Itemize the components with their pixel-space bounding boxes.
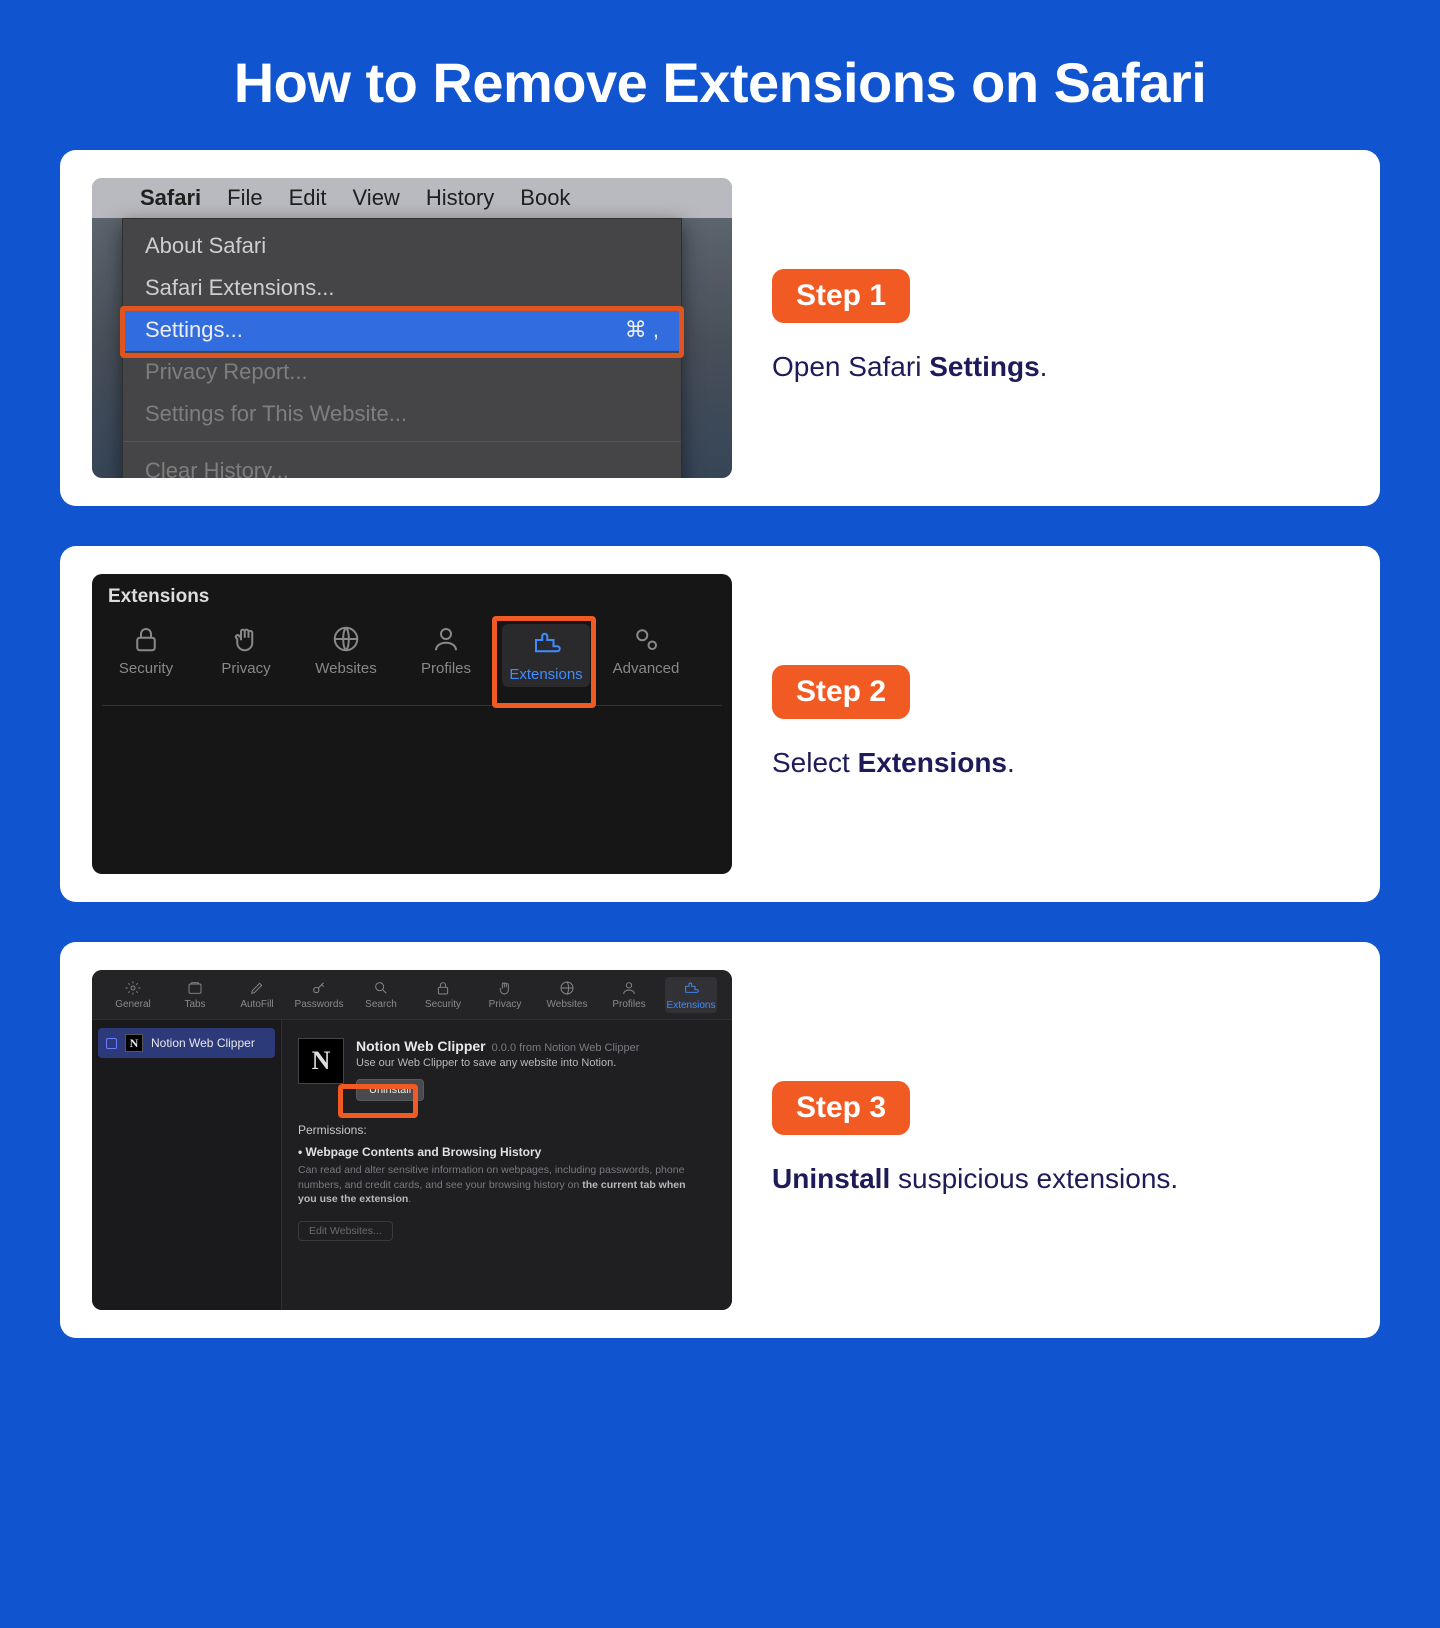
shortcut-label: ⌘ , <box>625 317 659 343</box>
menu-item-safari-extensions[interactable]: Safari Extensions... <box>123 267 681 309</box>
notion-logo-icon: N <box>125 1034 143 1052</box>
step-description-3: Uninstall suspicious extensions. <box>772 1159 1348 1200</box>
extension-version: 0.0.0 from Notion Web Clipper <box>492 1042 640 1054</box>
menubar-item-history[interactable]: History <box>426 185 494 211</box>
menubar-item-edit[interactable]: Edit <box>289 185 327 211</box>
menu-item-settings[interactable]: Settings... ⌘ , <box>123 309 681 351</box>
tab-extensions[interactable]: Extensions <box>502 624 590 687</box>
gear-icon <box>124 979 142 997</box>
settings-top-tabs: General Tabs AutoFill Passwords Search S… <box>92 970 732 1020</box>
screenshot-step-3: General Tabs AutoFill Passwords Search S… <box>92 970 732 1310</box>
tab-profiles[interactable]: Profiles <box>402 624 490 687</box>
checkbox[interactable] <box>106 1038 117 1049</box>
menu-item-privacy-report[interactable]: Privacy Report... <box>123 351 681 393</box>
step-badge-3: Step 3 <box>772 1081 910 1135</box>
puzzle-icon <box>682 980 700 998</box>
tab-passwords[interactable]: Passwords <box>293 979 345 1010</box>
search-icon <box>372 979 390 997</box>
tab-websites[interactable]: Websites <box>302 624 390 687</box>
menu-item-settings-this-website[interactable]: Settings for This Website... <box>123 393 681 435</box>
permission-item: Webpage Contents and Browsing History <box>298 1145 716 1159</box>
tab-security[interactable]: Security <box>102 624 190 687</box>
lock-icon <box>434 979 452 997</box>
hand-icon <box>231 624 261 654</box>
menubar-item-safari[interactable]: Safari <box>140 185 201 211</box>
key-icon <box>310 979 328 997</box>
window-title: Extensions <box>108 586 209 608</box>
tab-extensions[interactable]: Extensions <box>665 977 717 1013</box>
step-badge-1: Step 1 <box>772 269 910 323</box>
step-card-1: Safari File Edit View History Book About… <box>60 150 1380 506</box>
extension-title: Notion Web Clipper <box>356 1038 486 1054</box>
lock-icon <box>131 624 161 654</box>
globe-icon <box>331 624 361 654</box>
person-icon <box>431 624 461 654</box>
permission-detail: Can read and alter sensitive information… <box>298 1163 698 1207</box>
mac-menubar: Safari File Edit View History Book <box>92 178 732 218</box>
page-title: How to Remove Extensions on Safari <box>60 50 1380 115</box>
menu-item-about-safari[interactable]: About Safari <box>123 225 681 267</box>
tabs-icon <box>186 979 204 997</box>
screenshot-step-1: Safari File Edit View History Book About… <box>92 178 732 478</box>
menu-item-clear-history[interactable]: Clear History... <box>123 441 681 478</box>
screenshot-step-2: Extensions Security Privacy Websites Pro… <box>92 574 732 874</box>
notion-logo-icon: N <box>298 1038 344 1084</box>
menubar-item-file[interactable]: File <box>227 185 262 211</box>
tab-security[interactable]: Security <box>417 979 469 1010</box>
uninstall-button[interactable]: Uninstall <box>356 1079 424 1101</box>
step-card-2: Extensions Security Privacy Websites Pro… <box>60 546 1380 902</box>
menubar-item-bookmarks[interactable]: Book <box>520 185 570 211</box>
puzzle-icon <box>531 630 561 660</box>
tab-profiles[interactable]: Profiles <box>603 979 655 1010</box>
tab-general[interactable]: General <box>107 979 159 1010</box>
edit-websites-button[interactable]: Edit Websites... <box>298 1221 393 1241</box>
extension-subtitle: Use our Web Clipper to save any website … <box>356 1057 639 1069</box>
step-description-1: Open Safari Settings. <box>772 347 1348 388</box>
person-icon <box>620 979 638 997</box>
extensions-sidebar: N Notion Web Clipper <box>92 1020 282 1310</box>
pencil-icon <box>248 979 266 997</box>
permissions-label: Permissions: <box>298 1123 716 1137</box>
tab-advanced[interactable]: Advanced <box>602 624 690 687</box>
tab-autofill[interactable]: AutoFill <box>231 979 283 1010</box>
settings-tabs-row: Security Privacy Websites Profiles Exten… <box>102 624 722 706</box>
tab-privacy[interactable]: Privacy <box>479 979 531 1010</box>
step-description-2: Select Extensions. <box>772 743 1348 784</box>
step-badge-2: Step 2 <box>772 665 910 719</box>
step-card-3: General Tabs AutoFill Passwords Search S… <box>60 942 1380 1338</box>
globe-icon <box>558 979 576 997</box>
sidebar-item-notion[interactable]: N Notion Web Clipper <box>98 1028 275 1058</box>
tab-search[interactable]: Search <box>355 979 407 1010</box>
extension-detail-pane: N Notion Web Clipper 0.0.0 from Notion We… <box>282 1020 732 1310</box>
tab-privacy[interactable]: Privacy <box>202 624 290 687</box>
gears-icon <box>631 624 661 654</box>
safari-dropdown-menu: About Safari Safari Extensions... Settin… <box>122 218 682 478</box>
hand-icon <box>496 979 514 997</box>
tab-websites[interactable]: Websites <box>541 979 593 1010</box>
tab-tabs[interactable]: Tabs <box>169 979 221 1010</box>
menubar-item-view[interactable]: View <box>353 185 400 211</box>
